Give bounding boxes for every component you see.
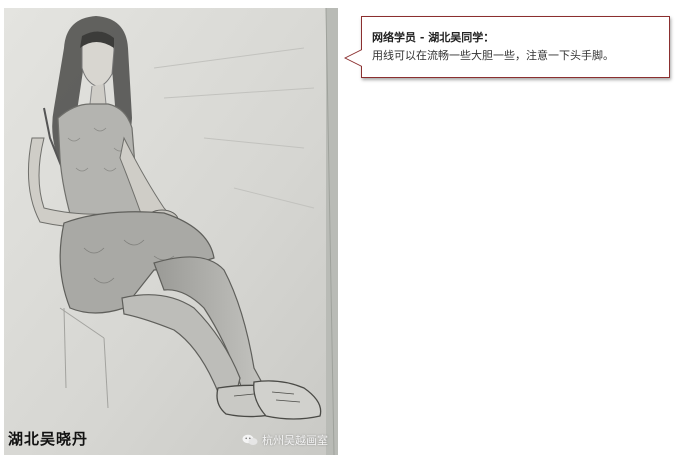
artwork-photo: 湖北吴晓丹 杭州吴越画室 (4, 8, 338, 455)
comment-bubble: 网络学员 - 湖北吴同学： 用线可以在流畅一些大胆一些，注意一下头手脚。 (344, 16, 670, 78)
wechat-icon (242, 434, 258, 445)
comment-title: 网络学员 - 湖北吴同学： (372, 31, 495, 44)
artwork-caption: 湖北吴晓丹 (8, 430, 89, 448)
watermark-text: 杭州吴越画室 (262, 434, 328, 447)
pencil-sketch-girl (4, 8, 338, 455)
watermark: 杭州吴越画室 (242, 432, 328, 448)
comment-text: 用线可以在流畅一些大胆一些，注意一下头手脚。 (372, 49, 614, 62)
